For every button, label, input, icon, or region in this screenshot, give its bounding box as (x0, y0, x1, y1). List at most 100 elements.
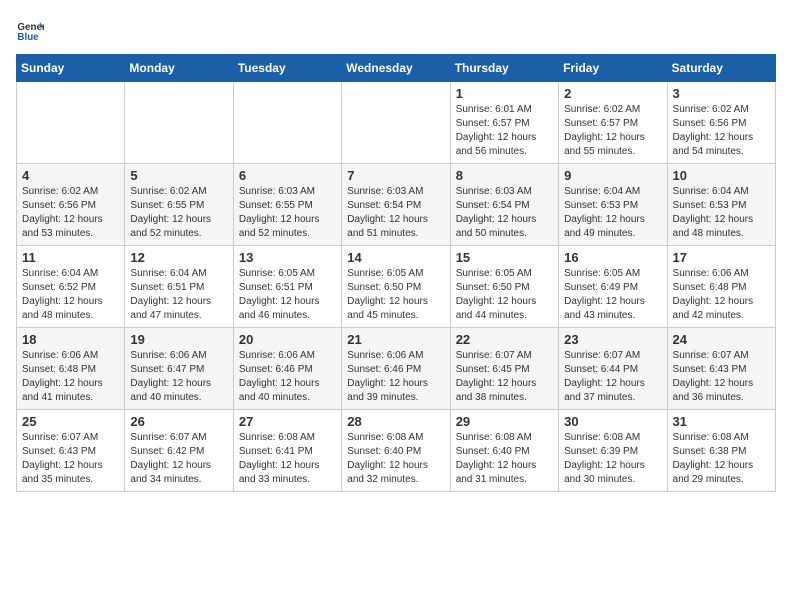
day-info: Sunrise: 6:04 AM Sunset: 6:53 PM Dayligh… (564, 185, 661, 241)
calendar-day-cell: 23 Sunrise: 6:07 AM Sunset: 6:44 PM Dayli… (559, 328, 667, 410)
calendar-day-cell: 3Sunrise: 6:02 AM Sunset: 6:56 PM Daylig… (667, 82, 775, 164)
calendar-day-cell (233, 82, 341, 164)
days-of-week-row: SundayMondayTuesdayWednesdayThursdayFrid… (17, 55, 776, 82)
day-info: Sunrise: 6:07 AM Sunset: 6:44 PM Dayligh… (564, 349, 661, 405)
day-of-week-header: Monday (125, 55, 233, 82)
day-info: Sunrise: 6:02 AM Sunset: 6:56 PM Dayligh… (673, 103, 770, 159)
day-number: 12 (130, 250, 227, 265)
day-number: 17 (673, 250, 770, 265)
day-number: 25 (22, 414, 119, 429)
day-info: Sunrise: 6:02 AM Sunset: 6:55 PM Dayligh… (130, 185, 227, 241)
day-number: 19 (130, 332, 227, 347)
day-info: Sunrise: 6:06 AM Sunset: 6:46 PM Dayligh… (239, 349, 336, 405)
calendar-day-cell: 28Sunrise: 6:08 AM Sunset: 6:40 PM Dayli… (342, 410, 450, 492)
calendar-day-cell: 7 Sunrise: 6:03 AM Sunset: 6:54 PM Daylig… (342, 164, 450, 246)
day-info: Sunrise: 6:06 AM Sunset: 6:46 PM Dayligh… (347, 349, 444, 405)
svg-text:Blue: Blue (17, 32, 39, 43)
day-info: Sunrise: 6:08 AM Sunset: 6:39 PM Dayligh… (564, 431, 661, 487)
day-info: Sunrise: 6:07 AM Sunset: 6:43 PM Dayligh… (22, 431, 119, 487)
day-of-week-header: Tuesday (233, 55, 341, 82)
day-info: Sunrise: 6:04 AM Sunset: 6:52 PM Dayligh… (22, 267, 119, 323)
day-number: 13 (239, 250, 336, 265)
calendar-day-cell: 18 Sunrise: 6:06 AM Sunset: 6:48 PM Dayli… (17, 328, 125, 410)
day-info: Sunrise: 6:07 AM Sunset: 6:42 PM Dayligh… (130, 431, 227, 487)
calendar-day-cell: 8Sunrise: 6:03 AM Sunset: 6:54 PM Daylig… (450, 164, 558, 246)
day-info: Sunrise: 6:06 AM Sunset: 6:48 PM Dayligh… (22, 349, 119, 405)
logo-icon: General Blue (16, 16, 44, 44)
day-of-week-header: Friday (559, 55, 667, 82)
calendar-day-cell: 20 Sunrise: 6:06 AM Sunset: 6:46 PM Dayli… (233, 328, 341, 410)
calendar-day-cell: 1 Sunrise: 6:01 AM Sunset: 6:57 PM Daylig… (450, 82, 558, 164)
day-number: 23 (564, 332, 661, 347)
day-number: 22 (456, 332, 553, 347)
day-info: Sunrise: 6:05 AM Sunset: 6:49 PM Dayligh… (564, 267, 661, 323)
calendar-day-cell: 27Sunrise: 6:08 AM Sunset: 6:41 PM Dayli… (233, 410, 341, 492)
day-number: 16 (564, 250, 661, 265)
calendar-day-cell: 30Sunrise: 6:08 AM Sunset: 6:39 PM Dayli… (559, 410, 667, 492)
calendar-day-cell: 9Sunrise: 6:04 AM Sunset: 6:53 PM Daylig… (559, 164, 667, 246)
calendar-body: 1 Sunrise: 6:01 AM Sunset: 6:57 PM Daylig… (17, 82, 776, 492)
day-info: Sunrise: 6:08 AM Sunset: 6:40 PM Dayligh… (347, 431, 444, 487)
day-number: 7 (347, 168, 444, 183)
day-info: Sunrise: 6:08 AM Sunset: 6:40 PM Dayligh… (456, 431, 553, 487)
day-number: 11 (22, 250, 119, 265)
calendar-header: SundayMondayTuesdayWednesdayThursdayFrid… (17, 55, 776, 82)
calendar-day-cell: 2 Sunrise: 6:02 AM Sunset: 6:57 PM Daylig… (559, 82, 667, 164)
day-number: 20 (239, 332, 336, 347)
day-info: Sunrise: 6:02 AM Sunset: 6:56 PM Dayligh… (22, 185, 119, 241)
calendar-day-cell: 25 Sunrise: 6:07 AM Sunset: 6:43 PM Dayli… (17, 410, 125, 492)
calendar-week-row: 11 Sunrise: 6:04 AM Sunset: 6:52 PM Dayli… (17, 246, 776, 328)
day-info: Sunrise: 6:03 AM Sunset: 6:54 PM Dayligh… (347, 185, 444, 241)
calendar-day-cell (17, 82, 125, 164)
calendar-day-cell: 12 Sunrise: 6:04 AM Sunset: 6:51 PM Dayli… (125, 246, 233, 328)
day-number: 2 (564, 86, 661, 101)
day-number: 1 (456, 86, 553, 101)
calendar-day-cell: 10 Sunrise: 6:04 AM Sunset: 6:53 PM Dayli… (667, 164, 775, 246)
day-of-week-header: Sunday (17, 55, 125, 82)
day-number: 14 (347, 250, 444, 265)
day-number: 18 (22, 332, 119, 347)
calendar-day-cell: 16 Sunrise: 6:05 AM Sunset: 6:49 PM Dayli… (559, 246, 667, 328)
day-info: Sunrise: 6:05 AM Sunset: 6:51 PM Dayligh… (239, 267, 336, 323)
day-info: Sunrise: 6:08 AM Sunset: 6:38 PM Dayligh… (673, 431, 770, 487)
calendar-day-cell: 17 Sunrise: 6:06 AM Sunset: 6:48 PM Dayli… (667, 246, 775, 328)
day-info: Sunrise: 6:07 AM Sunset: 6:43 PM Dayligh… (673, 349, 770, 405)
day-info: Sunrise: 6:05 AM Sunset: 6:50 PM Dayligh… (456, 267, 553, 323)
calendar-day-cell: 15 Sunrise: 6:05 AM Sunset: 6:50 PM Dayli… (450, 246, 558, 328)
calendar-week-row: 18 Sunrise: 6:06 AM Sunset: 6:48 PM Dayli… (17, 328, 776, 410)
day-info: Sunrise: 6:05 AM Sunset: 6:50 PM Dayligh… (347, 267, 444, 323)
calendar-day-cell: 14 Sunrise: 6:05 AM Sunset: 6:50 PM Dayli… (342, 246, 450, 328)
calendar-day-cell: 5Sunrise: 6:02 AM Sunset: 6:55 PM Daylig… (125, 164, 233, 246)
calendar-day-cell: 11 Sunrise: 6:04 AM Sunset: 6:52 PM Dayli… (17, 246, 125, 328)
day-info: Sunrise: 6:07 AM Sunset: 6:45 PM Dayligh… (456, 349, 553, 405)
day-number: 24 (673, 332, 770, 347)
day-number: 15 (456, 250, 553, 265)
calendar-day-cell: 26 Sunrise: 6:07 AM Sunset: 6:42 PM Dayli… (125, 410, 233, 492)
day-of-week-header: Saturday (667, 55, 775, 82)
day-info: Sunrise: 6:03 AM Sunset: 6:54 PM Dayligh… (456, 185, 553, 241)
day-info: Sunrise: 6:04 AM Sunset: 6:51 PM Dayligh… (130, 267, 227, 323)
day-number: 4 (22, 168, 119, 183)
day-info: Sunrise: 6:08 AM Sunset: 6:41 PM Dayligh… (239, 431, 336, 487)
day-info: Sunrise: 6:04 AM Sunset: 6:53 PM Dayligh… (673, 185, 770, 241)
day-info: Sunrise: 6:02 AM Sunset: 6:57 PM Dayligh… (564, 103, 661, 159)
calendar-week-row: 1 Sunrise: 6:01 AM Sunset: 6:57 PM Daylig… (17, 82, 776, 164)
day-number: 6 (239, 168, 336, 183)
day-info: Sunrise: 6:01 AM Sunset: 6:57 PM Dayligh… (456, 103, 553, 159)
calendar-week-row: 25 Sunrise: 6:07 AM Sunset: 6:43 PM Dayli… (17, 410, 776, 492)
day-number: 31 (673, 414, 770, 429)
day-of-week-header: Thursday (450, 55, 558, 82)
calendar-day-cell: 24 Sunrise: 6:07 AM Sunset: 6:43 PM Dayli… (667, 328, 775, 410)
logo: General Blue (16, 16, 48, 44)
calendar-day-cell: 13 Sunrise: 6:05 AM Sunset: 6:51 PM Dayli… (233, 246, 341, 328)
day-number: 26 (130, 414, 227, 429)
calendar-week-row: 4 Sunrise: 6:02 AM Sunset: 6:56 PM Daylig… (17, 164, 776, 246)
day-info: Sunrise: 6:06 AM Sunset: 6:48 PM Dayligh… (673, 267, 770, 323)
calendar-day-cell: 21Sunrise: 6:06 AM Sunset: 6:46 PM Dayli… (342, 328, 450, 410)
day-number: 29 (456, 414, 553, 429)
calendar-day-cell: 4 Sunrise: 6:02 AM Sunset: 6:56 PM Daylig… (17, 164, 125, 246)
day-number: 10 (673, 168, 770, 183)
calendar-table: SundayMondayTuesdayWednesdayThursdayFrid… (16, 54, 776, 492)
day-info: Sunrise: 6:06 AM Sunset: 6:47 PM Dayligh… (130, 349, 227, 405)
calendar-day-cell: 29 Sunrise: 6:08 AM Sunset: 6:40 PM Dayli… (450, 410, 558, 492)
